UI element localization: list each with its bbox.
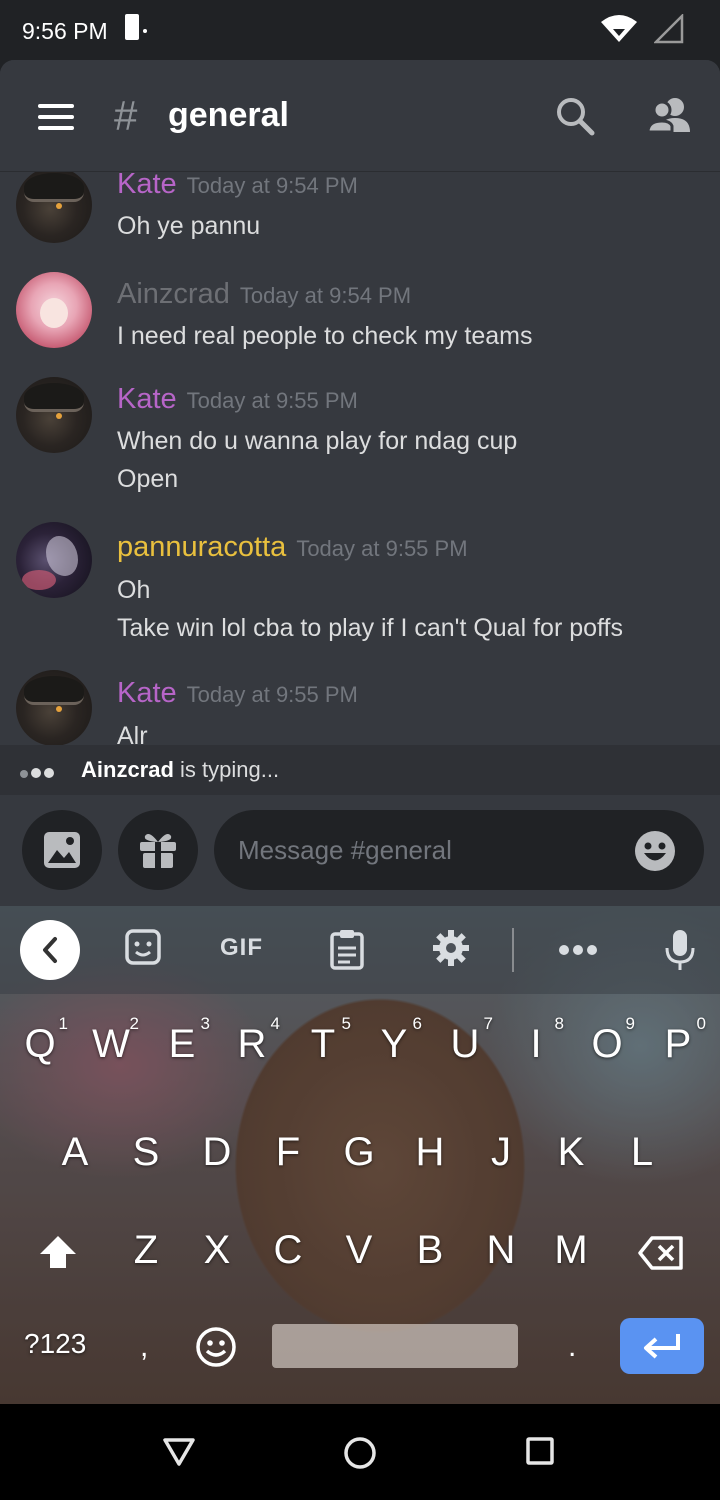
wifi-icon bbox=[601, 15, 637, 42]
key-r[interactable]: R4 bbox=[222, 1014, 282, 1067]
signal-icon bbox=[654, 14, 684, 44]
typing-text: is typing... bbox=[173, 757, 280, 782]
chevron-left-icon bbox=[43, 937, 57, 963]
key-c[interactable]: C bbox=[258, 1228, 318, 1273]
message-text: Take win lol cba to play if I can't Qual… bbox=[117, 614, 623, 642]
backspace-icon[interactable] bbox=[638, 1236, 684, 1270]
settings-gear-icon[interactable] bbox=[431, 928, 471, 968]
message-author[interactable]: Kate bbox=[117, 677, 177, 709]
soft-keyboard: GIF Q 1 W 2 E 3 R 4 T 5 Y 6 U 7 I 8 O 9 … bbox=[0, 906, 720, 1404]
enter-arrow-icon bbox=[644, 1334, 680, 1359]
channel-hash-icon: # bbox=[114, 92, 138, 139]
shift-icon[interactable] bbox=[38, 1234, 78, 1270]
keyboard-keys: Q1 W2 E3 R4 T5 Y6 U7 I8 O9 P0 A S D F G … bbox=[0, 994, 720, 1404]
key-s[interactable]: S bbox=[116, 1130, 176, 1175]
enter-key[interactable] bbox=[620, 1318, 704, 1374]
clipboard-icon[interactable] bbox=[329, 928, 365, 970]
key-g[interactable]: G bbox=[329, 1130, 389, 1175]
key-m[interactable]: M bbox=[541, 1228, 601, 1273]
key-q[interactable]: Q1 bbox=[10, 1014, 70, 1067]
search-icon[interactable] bbox=[555, 96, 595, 136]
avatar[interactable] bbox=[16, 670, 92, 745]
attach-image-button[interactable] bbox=[22, 810, 102, 890]
keyboard-back-button[interactable] bbox=[20, 920, 80, 980]
keyboard-toolbar: GIF bbox=[0, 906, 720, 994]
emoji-key-icon[interactable] bbox=[195, 1326, 237, 1368]
key-x[interactable]: X bbox=[187, 1228, 247, 1273]
key-d[interactable]: D bbox=[187, 1130, 247, 1175]
composer: Message #general bbox=[0, 795, 720, 906]
message-timestamp: Today at 9:55 PM bbox=[186, 388, 358, 413]
typing-indicator: Ainzcrad is typing... bbox=[0, 745, 720, 795]
chat-app: # general Kate Today at 9:54 PM Oh ye pan… bbox=[0, 60, 720, 906]
key-k[interactable]: K bbox=[541, 1130, 601, 1175]
typing-user: Ainzcrad bbox=[81, 757, 174, 782]
channel-title: general bbox=[168, 96, 289, 134]
status-time: 9:56 PM bbox=[22, 18, 108, 44]
battery-icon bbox=[125, 14, 147, 40]
key-b[interactable]: B bbox=[400, 1228, 460, 1273]
message-author[interactable]: Kate bbox=[117, 383, 177, 415]
key-e[interactable]: E3 bbox=[152, 1014, 212, 1067]
avatar[interactable] bbox=[16, 522, 92, 598]
menu-icon[interactable] bbox=[38, 104, 74, 130]
key-j[interactable]: J bbox=[471, 1130, 531, 1175]
gif-button[interactable]: GIF bbox=[220, 934, 263, 962]
key-i[interactable]: I8 bbox=[506, 1014, 566, 1067]
typing-dots-icon bbox=[20, 765, 57, 783]
key-f[interactable]: F bbox=[258, 1130, 318, 1175]
avatar[interactable] bbox=[16, 172, 92, 243]
members-icon[interactable] bbox=[648, 96, 694, 136]
emoji-icon[interactable] bbox=[634, 830, 676, 872]
key-u[interactable]: U7 bbox=[435, 1014, 495, 1067]
symbols-key[interactable]: ?123 bbox=[24, 1328, 86, 1360]
key-p[interactable]: P0 bbox=[648, 1014, 708, 1067]
key-w[interactable]: W2 bbox=[81, 1014, 141, 1067]
back-triangle-icon[interactable] bbox=[162, 1436, 196, 1468]
key-z[interactable]: Z bbox=[116, 1228, 176, 1273]
message-timestamp: Today at 9:54 PM bbox=[239, 283, 412, 308]
message-timestamp: Today at 9:54 PM bbox=[186, 173, 358, 198]
message-timestamp: Today at 9:55 PM bbox=[296, 536, 468, 561]
microphone-icon[interactable] bbox=[664, 928, 696, 972]
sticker-icon[interactable] bbox=[124, 928, 162, 968]
key-y[interactable]: Y6 bbox=[364, 1014, 424, 1067]
message-text: Oh bbox=[117, 576, 151, 604]
gift-icon bbox=[140, 834, 176, 868]
message-author[interactable]: Ainzcrad bbox=[117, 278, 230, 310]
message-input[interactable]: Message #general bbox=[214, 810, 704, 890]
image-icon bbox=[44, 832, 80, 868]
comma-key[interactable]: , bbox=[140, 1330, 148, 1364]
key-l[interactable]: L bbox=[612, 1130, 672, 1175]
key-a[interactable]: A bbox=[45, 1130, 105, 1175]
message-text: When do u wanna play for ndag cup bbox=[117, 427, 518, 455]
system-nav-bar bbox=[0, 1404, 720, 1500]
message-text: I need real people to check my teams bbox=[117, 322, 533, 350]
message-author[interactable]: Kate bbox=[117, 172, 177, 200]
more-options-icon[interactable] bbox=[558, 944, 598, 956]
period-key[interactable]: . bbox=[568, 1330, 576, 1364]
avatar[interactable] bbox=[16, 272, 92, 348]
message-text: Oh ye pannu bbox=[117, 212, 261, 240]
gift-button[interactable] bbox=[118, 810, 198, 890]
space-key[interactable] bbox=[272, 1324, 518, 1368]
key-n[interactable]: N bbox=[471, 1228, 531, 1273]
home-circle-icon[interactable] bbox=[343, 1436, 377, 1470]
message-list[interactable]: Kate Today at 9:54 PM Oh ye pannu Ainzcra… bbox=[0, 172, 720, 745]
message-text: Alr bbox=[117, 722, 148, 745]
channel-header: # general bbox=[0, 60, 720, 172]
key-v[interactable]: V bbox=[329, 1228, 389, 1273]
message-placeholder: Message #general bbox=[238, 835, 452, 865]
key-o[interactable]: O9 bbox=[577, 1014, 637, 1067]
key-h[interactable]: H bbox=[400, 1130, 460, 1175]
key-t[interactable]: T5 bbox=[293, 1014, 353, 1067]
message-timestamp: Today at 9:55 PM bbox=[186, 682, 358, 707]
status-bar: 9:56 PM bbox=[0, 0, 720, 60]
recents-square-icon[interactable] bbox=[525, 1436, 555, 1466]
message-author[interactable]: pannuracotta bbox=[117, 531, 286, 563]
avatar[interactable] bbox=[16, 377, 92, 453]
message-text: Open bbox=[117, 465, 179, 493]
toolbar-divider bbox=[512, 928, 514, 972]
